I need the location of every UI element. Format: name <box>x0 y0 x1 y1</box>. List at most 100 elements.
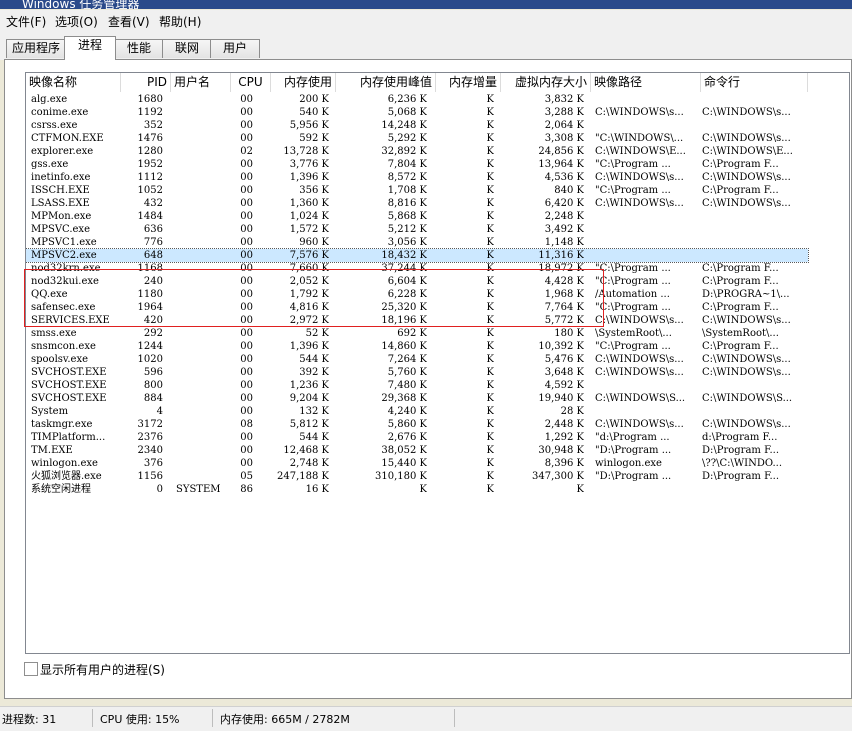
process-row[interactable]: MPSVC1.exe 776 00 960 K 3,056 K K 1,148 K <box>26 236 808 249</box>
cell-name: System <box>31 406 69 417</box>
process-row[interactable]: conime.exe 1192 00 540 K 5,068 K K 3,288 K C:\W… <box>26 106 808 119</box>
process-row[interactable]: smss.exe 292 00 52 K 692 K K 180 K \SystemRoot\… <box>26 327 808 340</box>
process-row[interactable]: safensec.exe 1964 00 4,816 K 25,320 K K 7,764 … <box>26 301 808 314</box>
menu-bar: 文件(F) 选项(O) 查看(V) 帮助(H) <box>0 10 852 32</box>
tab-networking[interactable]: 联网 <box>162 39 212 58</box>
cell-name: MPSVC2.exe <box>31 250 97 261</box>
process-row[interactable]: MPMon.exe 1484 00 1,024 K 5,868 K K 2,248 K <box>26 210 808 223</box>
process-row[interactable]: spoolsv.exe 1020 00 544 K 7,264 K K 5,476 K C:\… <box>26 353 808 366</box>
col-header-peak[interactable]: 内存使用峰值 <box>336 73 436 92</box>
process-row[interactable]: QQ.exe 1180 00 1,792 K 6,228 K K 1,968 K/Autom… <box>26 288 808 301</box>
cell-name: LSASS.EXE <box>31 198 90 209</box>
process-row[interactable]: SERVICES.EXE 420 00 2,972 K 18,196 K K 5,772 K… <box>26 314 808 327</box>
cell-name: csrss.exe <box>31 120 78 131</box>
menu-options[interactable]: 选项(O) <box>55 13 98 30</box>
cell-delta: K <box>486 172 494 183</box>
cell-vm: 7,764 K <box>544 302 584 313</box>
cell-user <box>176 236 231 249</box>
cell-mem: 1,024 K <box>289 211 329 222</box>
process-row[interactable]: taskmgr.exe 3172 08 5,812 K 5,860 K K 2,448 K C… <box>26 418 808 431</box>
cell-user <box>176 379 231 392</box>
cell-name: SVCHOST.EXE <box>31 393 107 404</box>
cell-delta: K <box>486 419 494 430</box>
cell-peak: 7,480 K <box>387 380 427 391</box>
process-row[interactable]: 系统空闲进程 0 SYSTEM 86 16 K K K K <box>26 483 808 496</box>
process-row[interactable]: csrss.exe 352 00 5,956 K 14,248 K K 2,064 K <box>26 119 808 132</box>
cell-cpu: 00 <box>240 133 253 144</box>
status-divider <box>92 709 93 727</box>
cell-vm: 1,148 K <box>544 237 584 248</box>
process-row[interactable]: SVCHOST.EXE 596 00 392 K 5,760 K K 3,648 K C:\W… <box>26 366 808 379</box>
cell-user <box>176 392 231 405</box>
process-row[interactable]: LSASS.EXE 432 00 1,360 K 8,816 K K 6,420 K C:\W… <box>26 197 808 210</box>
cell-peak: 5,068 K <box>387 107 427 118</box>
cell-peak: 6,604 K <box>387 276 427 287</box>
show-all-users-label: 显示所有用户的进程(S) <box>40 663 165 677</box>
cell-path: C:\WINDOWS\S... <box>595 393 686 404</box>
process-row[interactable]: SVCHOST.EXE 884 00 9,204 K 29,368 K K 19,940 K… <box>26 392 808 405</box>
cell-path <box>595 236 695 249</box>
process-row[interactable]: nod32krn.exe 1168 00 7,660 K 37,244 K K 18,972… <box>26 262 808 275</box>
process-row[interactable]: SVCHOST.EXE 800 00 1,236 K 7,480 K K 4,592 K <box>26 379 808 392</box>
cell-cmd: C:\Program F... <box>702 159 779 170</box>
cell-cpu: 00 <box>240 250 253 261</box>
cell-cmd: D:\Program F... <box>702 445 780 456</box>
cell-pid: 1168 <box>137 263 163 274</box>
tab-users[interactable]: 用户 <box>210 39 260 58</box>
cell-cpu: 00 <box>240 458 253 469</box>
process-row[interactable]: alg.exe 1680 00 200 K 6,236 K K 3,832 K <box>26 93 808 106</box>
tab-applications[interactable]: 应用程序 <box>6 39 66 58</box>
col-header-delta[interactable]: 内存增量 <box>436 73 501 92</box>
cell-mem: 5,956 K <box>289 120 329 131</box>
cell-name: snsmcon.exe <box>31 341 96 352</box>
process-row[interactable]: ISSCH.EXE 1052 00 356 K 1,708 K K 840 K "C:\Pro… <box>26 184 808 197</box>
tab-processes[interactable]: 进程 <box>64 36 116 60</box>
process-row[interactable]: inetinfo.exe 1112 00 1,396 K 8,572 K K 4,536 K… <box>26 171 808 184</box>
cell-vm: 30,948 K <box>538 445 584 456</box>
process-row[interactable]: TM.EXE 2340 00 12,468 K 38,052 K K 30,948 K "D:… <box>26 444 808 457</box>
cell-delta: K <box>486 263 494 274</box>
cell-path: "D:\Program ... <box>595 471 672 482</box>
menu-file[interactable]: 文件(F) <box>6 13 46 30</box>
process-row[interactable]: TIMPlatform... 2376 00 544 K 2,676 K K 1,292 K… <box>26 431 808 444</box>
process-row[interactable]: MPSVC2.exe 648 00 7,576 K 18,432 K K 11,316 K <box>26 248 809 263</box>
cell-path <box>595 249 695 262</box>
cell-name: winlogon.exe <box>31 458 98 469</box>
process-row[interactable]: System 4 00 132 K 4,240 K K 28 K <box>26 405 808 418</box>
process-row[interactable]: MPSVC.exe 636 00 1,572 K 5,212 K K 3,492 K <box>26 223 808 236</box>
col-header-cmd[interactable]: 命令行 <box>701 73 808 92</box>
col-header-user[interactable]: 用户名 <box>171 73 231 92</box>
status-cpu-usage: CPU 使用: 15% <box>100 713 180 726</box>
process-row[interactable]: winlogon.exe 376 00 2,748 K 15,440 K K 8,396 K… <box>26 457 808 470</box>
process-row[interactable]: gss.exe 1952 00 3,776 K 7,804 K K 13,964 K "C:\… <box>26 158 808 171</box>
menu-help[interactable]: 帮助(H) <box>159 13 201 30</box>
col-header-pid[interactable]: PID <box>121 73 171 92</box>
process-row[interactable]: nod32kui.exe 240 00 2,052 K 6,604 K K 4,428 K "… <box>26 275 808 288</box>
menu-view[interactable]: 查看(V) <box>108 13 150 30</box>
process-row[interactable]: CTFMON.EXE 1476 00 592 K 5,292 K K 3,308 K "C:\… <box>26 132 808 145</box>
process-row[interactable]: explorer.exe 1280 02 13,728 K 32,892 K K 24,85… <box>26 145 808 158</box>
cell-cmd: C:\WINDOWS\s... <box>702 198 791 209</box>
process-list[interactable]: 映像名称 PID 用户名 CPU 内存使用 内存使用峰值 内存增量 虚拟内存大小… <box>25 72 850 654</box>
show-all-users-checkbox[interactable] <box>24 662 38 676</box>
col-header-vm[interactable]: 虚拟内存大小 <box>501 73 591 92</box>
cell-pid: 4 <box>156 406 163 417</box>
process-row[interactable]: 火狐浏览器.exe 1156 05 247,188 K 310,180 K K 347,30… <box>26 470 808 483</box>
cell-vm: 19,940 K <box>538 393 584 404</box>
cell-peak: 4,240 K <box>387 406 427 417</box>
cell-name: spoolsv.exe <box>31 354 89 365</box>
col-header-cpu[interactable]: CPU <box>231 73 271 92</box>
col-header-mem[interactable]: 内存使用 <box>271 73 336 92</box>
cell-vm: 28 K <box>560 406 584 417</box>
col-header-path[interactable]: 映像路径 <box>591 73 701 92</box>
process-row[interactable]: snsmcon.exe 1244 00 1,396 K 14,860 K K 10,392 … <box>26 340 808 353</box>
col-header-name[interactable]: 映像名称 <box>26 73 121 92</box>
status-bar: 进程数: 31 CPU 使用: 15% 内存使用: 665M / 2782M <box>0 706 852 731</box>
cell-cmd: \SystemRoot\... <box>702 328 779 339</box>
tab-performance[interactable]: 性能 <box>114 39 164 58</box>
cell-peak: 7,804 K <box>387 159 427 170</box>
cell-path: "d:\Program ... <box>595 432 670 443</box>
cell-pid: 1192 <box>137 107 163 118</box>
cell-peak: 25,320 K <box>381 302 427 313</box>
cell-pid: 1180 <box>137 289 163 300</box>
